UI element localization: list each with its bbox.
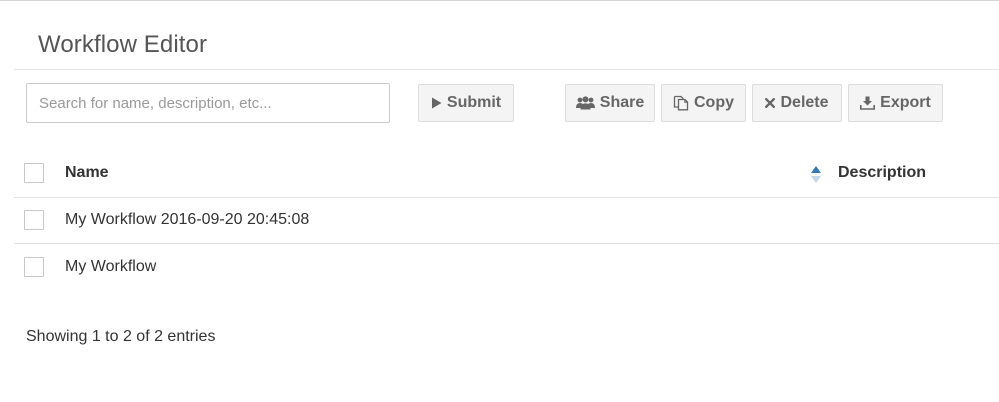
top-border <box>0 0 999 1</box>
submit-button[interactable]: Submit <box>418 84 514 122</box>
header-divider <box>14 197 999 198</box>
column-header-name[interactable]: Name <box>65 164 109 182</box>
select-all-checkbox[interactable] <box>24 163 44 183</box>
page-title: Workflow Editor <box>38 31 208 58</box>
export-button[interactable]: Export <box>848 84 943 122</box>
row-name[interactable]: My Workflow 2016-09-20 20:45:08 <box>65 211 309 229</box>
share-button[interactable]: Share <box>565 84 655 122</box>
share-button-label: Share <box>599 94 645 111</box>
row-checkbox[interactable] <box>24 210 44 230</box>
title-divider <box>14 69 999 70</box>
row-name[interactable]: My Workflow <box>65 258 156 276</box>
sort-ascending-icon[interactable] <box>810 163 822 185</box>
close-icon <box>765 98 776 108</box>
column-header-description[interactable]: Description <box>838 164 926 182</box>
row-divider <box>14 243 999 244</box>
search-input[interactable] <box>26 83 390 123</box>
users-icon <box>575 96 595 110</box>
delete-button[interactable]: Delete <box>752 84 842 122</box>
table-info: Showing 1 to 2 of 2 entries <box>26 328 216 345</box>
copy-icon <box>673 95 689 111</box>
play-icon <box>431 97 442 109</box>
submit-button-label: Submit <box>446 94 502 111</box>
delete-button-label: Delete <box>780 94 829 111</box>
copy-button-label: Copy <box>694 94 734 111</box>
row-checkbox[interactable] <box>24 257 44 277</box>
download-icon <box>860 96 876 110</box>
copy-button[interactable]: Copy <box>661 84 746 122</box>
export-button-label: Export <box>880 94 931 111</box>
